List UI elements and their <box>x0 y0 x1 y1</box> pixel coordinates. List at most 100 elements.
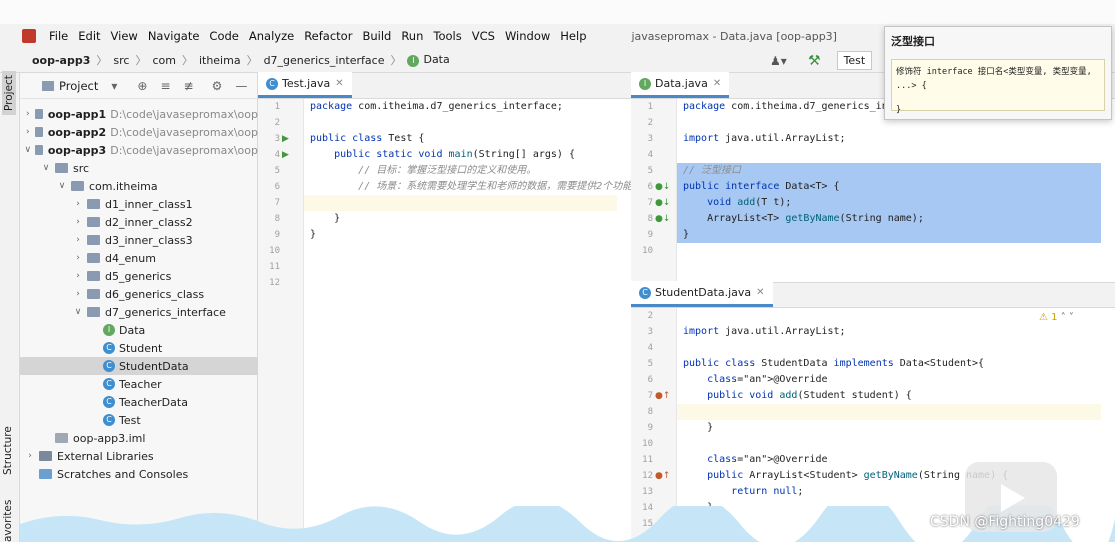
code-line[interactable]: public static void main(String[] args) { <box>310 147 575 163</box>
breadcrumb-module[interactable]: oop-app3 <box>0 54 94 67</box>
code-line[interactable]: import java.util.ArrayList; <box>683 324 846 340</box>
breadcrumb-itheima[interactable]: itheima <box>195 54 245 67</box>
data-java-editor[interactable]: 1 2 3 4 5 6 7 8 9 10 package com.itheima.d7_generi… <box>631 99 1115 282</box>
tree-item[interactable]: C Teacher <box>20 375 258 393</box>
locate-icon[interactable]: ⊕ <box>137 79 147 93</box>
tree-item[interactable]: › d4_enum <box>20 249 258 267</box>
menu-file[interactable]: File <box>44 29 73 43</box>
chevron-right-icon[interactable]: › <box>72 253 84 263</box>
code-line[interactable]: return null; <box>683 484 803 500</box>
tree-item[interactable]: › d2_inner_class2 <box>20 213 258 231</box>
test-java-editor[interactable]: 1 2 3 4 5 6 7 8 9 10 11 12 package com.itheima.d7_ge… <box>258 99 631 542</box>
chevron-down-icon[interactable]: ∨ <box>72 307 84 317</box>
tree-item[interactable]: ∨ src <box>20 159 258 177</box>
warning-indicator[interactable]: ⚠ 1 ˄ ˅ <box>1039 312 1074 323</box>
chevron-right-icon[interactable]: › <box>72 289 84 299</box>
menu-navigate[interactable]: Navigate <box>143 29 205 43</box>
implemented-gutter-icon[interactable]: ●↓ <box>655 211 670 227</box>
favorites-tool-button[interactable]: avorites <box>2 500 14 542</box>
code-line[interactable]: public class StudentData implements Data… <box>683 356 984 372</box>
breadcrumb-src[interactable]: src <box>109 54 133 67</box>
tab-studentdata-java[interactable]: C StudentData.java ✕ <box>631 281 773 307</box>
code-line[interactable]: // 目标：掌握泛型接口的定义和使用。 <box>310 163 536 179</box>
chevron-down-icon[interactable]: ∨ <box>24 145 32 155</box>
tree-item[interactable]: C TeacherData <box>20 393 258 411</box>
menu-analyze[interactable]: Analyze <box>244 29 299 43</box>
tree-item[interactable]: Scratches and Consoles <box>20 465 258 483</box>
menu-edit[interactable]: Edit <box>73 29 105 43</box>
menu-tools[interactable]: Tools <box>428 29 466 43</box>
chevron-right-icon[interactable]: › <box>72 217 84 227</box>
implements-gutter-icon[interactable]: ●↑ <box>655 388 670 404</box>
tree-item[interactable]: C Test <box>20 411 258 429</box>
code-line[interactable]: public interface Data<T> { <box>683 179 840 195</box>
chevron-down-icon[interactable]: ∨ <box>56 181 68 191</box>
menu-window[interactable]: Window <box>500 29 555 43</box>
tab-data-java[interactable]: I Data.java ✕ <box>631 72 730 98</box>
code-line[interactable]: package com.itheima.d7_generics_int <box>683 99 894 115</box>
code-line[interactable]: package com.itheima.d7_generics_interfac… <box>310 99 563 115</box>
tree-item[interactable]: › d3_inner_class3 <box>20 231 258 249</box>
code-line[interactable]: ArrayList<T> getByName(String name); <box>683 211 924 227</box>
code-line[interactable]: } <box>310 211 340 227</box>
implemented-gutter-icon[interactable]: ●↓ <box>655 195 670 211</box>
user-icon[interactable]: ♟▾ <box>770 54 787 68</box>
expand-all-icon[interactable]: ≡ <box>160 79 170 93</box>
collapse-all-icon[interactable]: ≢ <box>184 79 194 93</box>
code-line[interactable]: } <box>310 227 316 243</box>
chevron-right-icon[interactable]: › <box>24 451 36 461</box>
menu-vcs[interactable]: VCS <box>467 29 500 43</box>
breadcrumb-package[interactable]: d7_generics_interface <box>260 54 389 67</box>
menu-view[interactable]: View <box>106 29 143 43</box>
tree-item[interactable]: ∨ oop-app3 D:\code\javasepromax\oop <box>20 141 259 159</box>
code-line[interactable]: public void add(Student student) { <box>683 388 912 404</box>
code-line[interactable]: public ArrayList<Student> getByName(Stri… <box>683 468 1008 484</box>
tree-item[interactable]: oop-app3.iml <box>20 429 258 447</box>
chevron-right-icon[interactable]: › <box>72 235 84 245</box>
implemented-gutter-icon[interactable]: ●↓ <box>655 179 670 195</box>
chevron-down-icon[interactable]: ▾ <box>111 79 117 93</box>
close-icon[interactable]: ✕ <box>335 78 343 89</box>
tree-item[interactable]: › d6_generics_class <box>20 285 258 303</box>
run-gutter-icon[interactable]: ▶ <box>282 131 289 147</box>
tree-item[interactable]: ∨ com.itheima <box>20 177 258 195</box>
run-gutter-icon[interactable]: ▶ <box>282 147 289 163</box>
menu-run[interactable]: Run <box>396 29 428 43</box>
project-view-dropdown[interactable]: Project <box>59 79 98 93</box>
chevron-right-icon[interactable]: › <box>24 127 32 137</box>
menu-build[interactable]: Build <box>357 29 396 43</box>
tree-item[interactable]: › oop-app2 D:\code\javasepromax\oop <box>20 123 258 141</box>
breadcrumb-com[interactable]: com <box>148 54 180 67</box>
tree-item[interactable]: › External Libraries <box>20 447 258 465</box>
chevron-right-icon[interactable]: › <box>24 109 32 119</box>
tree-item[interactable]: I Data <box>20 321 258 339</box>
chevron-down-icon[interactable]: ∨ <box>40 163 52 173</box>
code-line[interactable]: } <box>683 420 713 436</box>
hide-icon[interactable]: — <box>235 79 247 93</box>
breadcrumb-data[interactable]: I Data <box>403 53 453 67</box>
gear-icon[interactable]: ⚙ <box>212 79 223 93</box>
build-hammer-icon[interactable]: ⚒ <box>808 53 821 69</box>
code-line[interactable]: // 场景：系统需要处理学生和老师的数据，需要提供2个功能：保存对 <box>310 179 631 195</box>
tree-item[interactable]: › oop-app1 D:\code\javasepromax\oop <box>20 105 258 123</box>
tree-item[interactable]: ∨ d7_generics_interface <box>20 303 258 321</box>
tree-item[interactable]: › d1_inner_class1 <box>20 195 258 213</box>
code-line[interactable]: import java.util.ArrayList; <box>683 131 846 147</box>
tree-item[interactable]: C StudentData <box>20 357 258 375</box>
menu-refactor[interactable]: Refactor <box>299 29 357 43</box>
close-icon[interactable]: ✕ <box>756 287 764 298</box>
code-line[interactable]: class="an">@Override <box>683 452 827 468</box>
code-line[interactable]: // 泛型接口 <box>683 163 741 179</box>
chevron-down-icon[interactable]: ˅ <box>1069 312 1074 323</box>
chevron-up-icon[interactable]: ˄ <box>1061 312 1066 323</box>
menu-code[interactable]: Code <box>204 29 243 43</box>
project-tool-button[interactable]: Project <box>2 71 16 115</box>
structure-tool-button[interactable]: Structure <box>2 426 14 475</box>
tab-test-java[interactable]: C Test.java ✕ <box>258 72 352 98</box>
code-line[interactable]: public class Test { <box>310 131 424 147</box>
run-configuration-select[interactable]: Test <box>836 51 873 70</box>
menu-help[interactable]: Help <box>555 29 591 43</box>
code-line[interactable]: class="an">@Override <box>683 372 827 388</box>
code-line[interactable]: void add(T t); <box>683 195 791 211</box>
close-icon[interactable]: ✕ <box>713 78 721 89</box>
